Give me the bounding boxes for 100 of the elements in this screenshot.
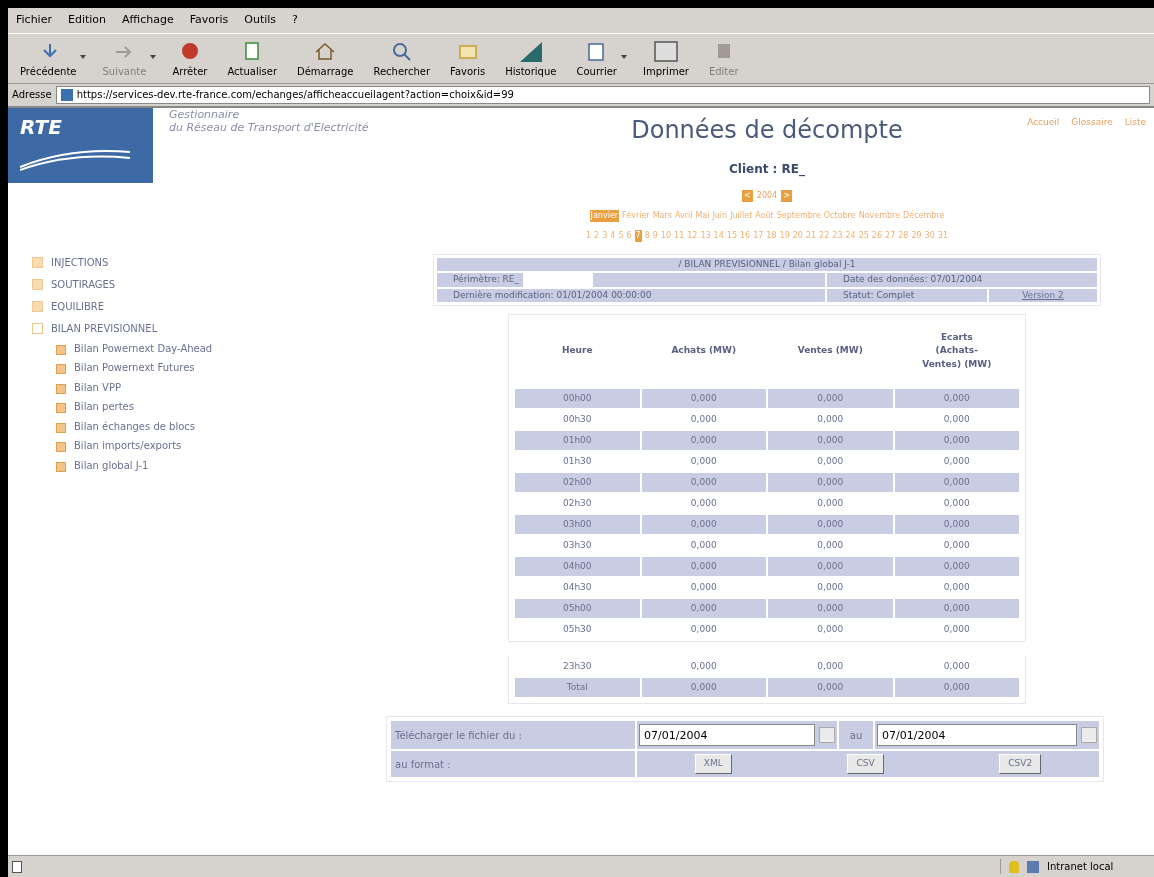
sidebar-item[interactable]: EQUILIBRE [51,298,105,314]
status-text: Statut: Complet [827,288,987,302]
day-link[interactable]: 27 [885,229,896,242]
toolbar-button[interactable]: Démarrage [293,37,358,79]
month-link[interactable]: Janvier [589,209,620,222]
toolbar-button[interactable]: Favoris [446,37,490,79]
nav-link[interactable]: Glossaire [1071,115,1113,129]
expanded-folder-icon[interactable] [32,322,43,334]
day-link[interactable]: 19 [779,229,790,242]
format-button[interactable]: XML [694,754,732,774]
day-link[interactable]: 29 [911,229,922,242]
month-link[interactable]: Juillet [730,209,753,222]
version-button[interactable]: Version 2 [989,288,1097,302]
month-link[interactable]: Août [755,209,774,222]
sidebar-subitem[interactable]: Bilan Powernext Futures [74,362,195,375]
page-icon [56,422,66,433]
toolbar-button[interactable]: Arrêter [168,37,212,79]
toolbar-button[interactable]: Actualiser [223,37,281,79]
toolbar-button[interactable]: Rechercher [369,37,435,79]
page-icon [56,461,66,472]
day-link[interactable]: 10 [660,229,672,242]
day-link[interactable]: 17 [753,229,764,242]
page-icon [56,364,66,374]
collapsed-folder-icon[interactable] [32,256,43,268]
month-link[interactable]: Septembre [776,209,821,222]
day-link[interactable]: 11 [674,229,685,242]
logo: RTE [8,107,153,183]
day-link[interactable]: 21 [805,229,817,242]
day-link[interactable]: 9 [652,229,658,242]
column-header: Ecarts (Achats-Ventes) (MW) [921,330,993,371]
end-date-field[interactable]: 07/01/2004 [877,724,1077,746]
sidebar-subitem[interactable]: Bilan global J-1 [74,459,149,472]
sidebar-subitem[interactable]: Bilan VPP [74,381,121,394]
day-link[interactable]: 24 [845,229,856,242]
day-link[interactable]: 30 [924,229,935,242]
month-link[interactable]: Novembre [858,209,901,222]
day-link[interactable]: 8 [644,229,650,242]
day-link[interactable]: 31 [937,229,948,242]
month-link[interactable]: Décembre [903,209,945,222]
sidebar-subitem[interactable]: Bilan pertes [74,401,134,414]
month-link[interactable]: Avril [674,209,693,222]
day-link[interactable]: 6 [626,229,632,242]
address-field[interactable]: https://services-dev.rte-france.com/echanges/afficheaccueilagent?action=choix&id=99 [55,85,1150,104]
format-button[interactable]: CSV [847,754,884,774]
caret-icon[interactable] [80,54,87,59]
sidebar-item[interactable]: INJECTIONS [51,254,109,270]
nav-link[interactable]: Liste [1124,115,1146,129]
toolbar-button[interactable]: Historique [501,37,561,79]
caret-icon[interactable] [620,54,627,59]
toolbar-button[interactable]: Courrier [572,37,621,79]
table-cell: 0,000 [894,557,1019,576]
sidebar-item[interactable]: SOUTIRAGES [51,276,116,292]
sidebar-item[interactable]: BILAN PREVISIONNEL [51,320,158,336]
menu-item[interactable]: ? [292,12,298,29]
menu-item[interactable]: Edition [67,12,106,29]
day-link[interactable]: 20 [792,229,803,242]
sidebar-subitem[interactable]: Bilan imports/exports [74,440,182,453]
table-cell: 0,000 [768,599,893,618]
toolbar-button[interactable]: Imprimer [638,37,693,79]
day-link[interactable]: 13 [700,229,711,242]
day-link[interactable]: 3 [602,229,608,242]
month-link[interactable]: Octobre [823,209,856,222]
day-link[interactable]: 16 [740,229,751,242]
month-link[interactable]: Mai [695,209,710,222]
day-link[interactable]: 15 [726,229,737,242]
start-date-field[interactable]: 07/01/2004 [639,724,815,746]
table-cell: 0,000 [768,678,893,697]
month-link[interactable]: Février [622,209,650,222]
day-link[interactable]: 2 [594,229,600,242]
last-modified-text: Dernière modification: 01/01/2004 00:00:00 [437,288,825,302]
month-link[interactable]: Mars [652,209,672,222]
day-link[interactable]: 28 [898,229,909,242]
day-link[interactable]: 12 [687,229,698,242]
menu-item[interactable]: Fichier [16,12,52,29]
day-link[interactable]: 5 [618,229,624,242]
day-link[interactable]: 4 [610,229,616,242]
menu-item[interactable]: Affichage [122,12,174,29]
collapsed-folder-icon[interactable] [32,300,43,312]
format-button[interactable]: CSV2 [999,754,1042,774]
day-link[interactable]: 25 [858,229,869,242]
next-year-button[interactable]: > [781,189,792,202]
nav-link[interactable]: Accueil [1027,115,1060,129]
calendar-icon[interactable] [1081,727,1097,743]
day-link[interactable]: 23 [832,229,843,242]
day-link[interactable]: 26 [871,229,883,242]
day-link[interactable]: 14 [713,229,724,242]
day-link[interactable]: 22 [819,229,830,242]
day-link[interactable]: 7 [634,229,642,242]
collapsed-folder-icon[interactable] [32,278,43,290]
sidebar-subitem[interactable]: Bilan Powernext Day-Ahead [74,342,213,355]
previous-year-button[interactable]: < [742,189,753,202]
day-link[interactable]: 1 [586,229,592,242]
month-link[interactable]: Juin [712,209,728,222]
calendar-icon[interactable] [819,727,835,743]
toolbar-button[interactable]: Précédente [16,37,81,79]
menu-item[interactable]: Outils [244,12,277,29]
sidebar-subitem[interactable]: Bilan échanges de blocs [74,420,196,433]
menu-item[interactable]: Favoris [189,12,229,29]
day-link[interactable]: 18 [766,229,777,242]
table-cell: 0,000 [641,678,766,697]
